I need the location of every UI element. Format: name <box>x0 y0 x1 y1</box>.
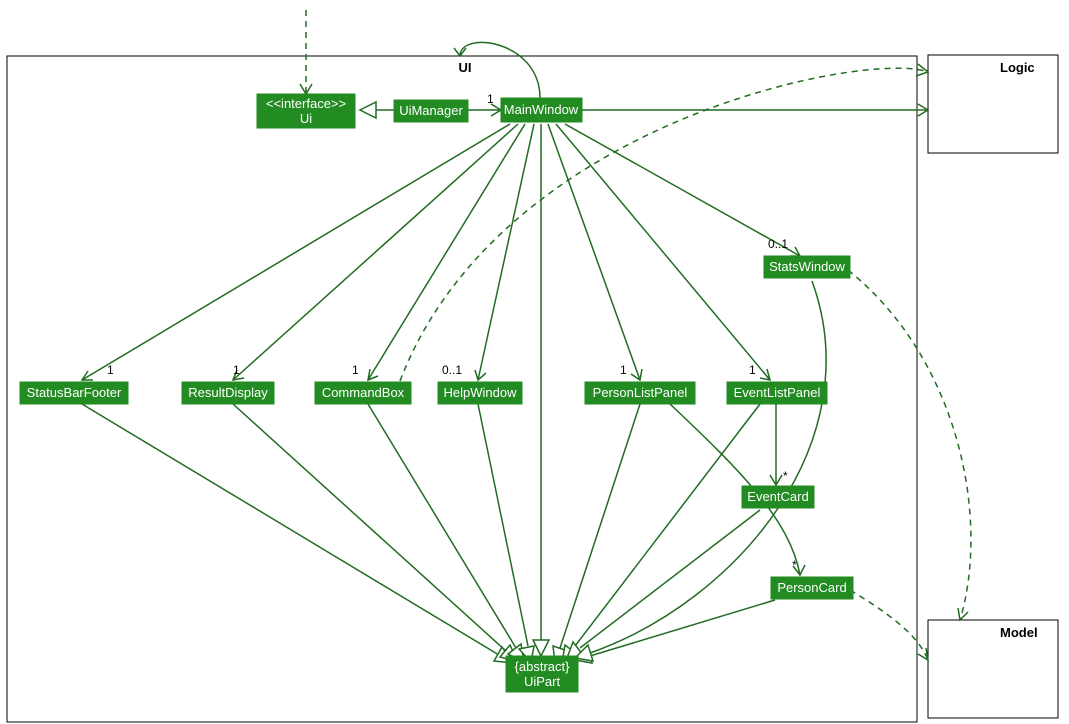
class-eventlistpanel: EventListPanel <box>727 382 827 404</box>
mult-mw-personlist: 1 <box>620 363 627 377</box>
mult-mw-eventlist: 1 <box>749 363 756 377</box>
mult-mw-commandbox: 1 <box>352 363 359 377</box>
class-statusbarfooter: StatusBarFooter <box>20 382 128 404</box>
svg-text:UiManager: UiManager <box>399 103 463 118</box>
svg-text:StatusBarFooter: StatusBarFooter <box>27 385 122 400</box>
svg-text:StatsWindow: StatsWindow <box>769 259 845 274</box>
svg-text:HelpWindow: HelpWindow <box>444 385 518 400</box>
svg-text:EventCard: EventCard <box>747 489 808 504</box>
svg-text:PersonListPanel: PersonListPanel <box>593 385 688 400</box>
class-resultdisplay: ResultDisplay <box>182 382 274 404</box>
mult-mw-resultdisplay: 1 <box>233 363 240 377</box>
svg-text:<<interface>>: <<interface>> <box>266 96 346 111</box>
mult-mw-helpwindow: 0..1 <box>442 363 462 377</box>
class-uimanager: UiManager <box>394 100 468 122</box>
svg-text:CommandBox: CommandBox <box>322 385 405 400</box>
class-uipart: {abstract} UiPart <box>506 656 578 692</box>
svg-text:Ui: Ui <box>300 111 312 126</box>
class-commandbox: CommandBox <box>315 382 411 404</box>
class-ui-interface: <<interface>> Ui <box>257 94 355 128</box>
package-ui-label: UI <box>459 60 472 75</box>
svg-text:PersonCard: PersonCard <box>777 580 846 595</box>
svg-text:UiPart: UiPart <box>524 674 561 689</box>
package-logic <box>928 55 1058 153</box>
class-personcard: PersonCard <box>771 577 853 599</box>
package-logic-label: Logic <box>1000 60 1035 75</box>
svg-text:{abstract}: {abstract} <box>515 659 571 674</box>
class-eventcard: EventCard <box>742 486 814 508</box>
package-model <box>928 620 1058 718</box>
class-helpwindow: HelpWindow <box>438 382 522 404</box>
mult-personlist-personcard: * <box>792 558 797 572</box>
svg-text:MainWindow: MainWindow <box>504 102 579 117</box>
mult-mw-statusbar: 1 <box>107 363 114 377</box>
svg-text:ResultDisplay: ResultDisplay <box>188 385 268 400</box>
class-mainwindow: MainWindow <box>501 98 582 122</box>
mult-mw-statswindow: 0..1 <box>768 237 788 251</box>
class-personlistpanel: PersonListPanel <box>585 382 695 404</box>
package-model-label: Model <box>1000 625 1038 640</box>
svg-text:EventListPanel: EventListPanel <box>734 385 821 400</box>
mult-uimgr-mainwindow: 1 <box>487 92 494 106</box>
uml-diagram: UI Logic Model 1 1 1 1 0..1 1 1 0..1 <box>0 0 1069 724</box>
class-statswindow: StatsWindow <box>764 256 850 278</box>
mult-eventlist-eventcard: * <box>783 469 788 483</box>
